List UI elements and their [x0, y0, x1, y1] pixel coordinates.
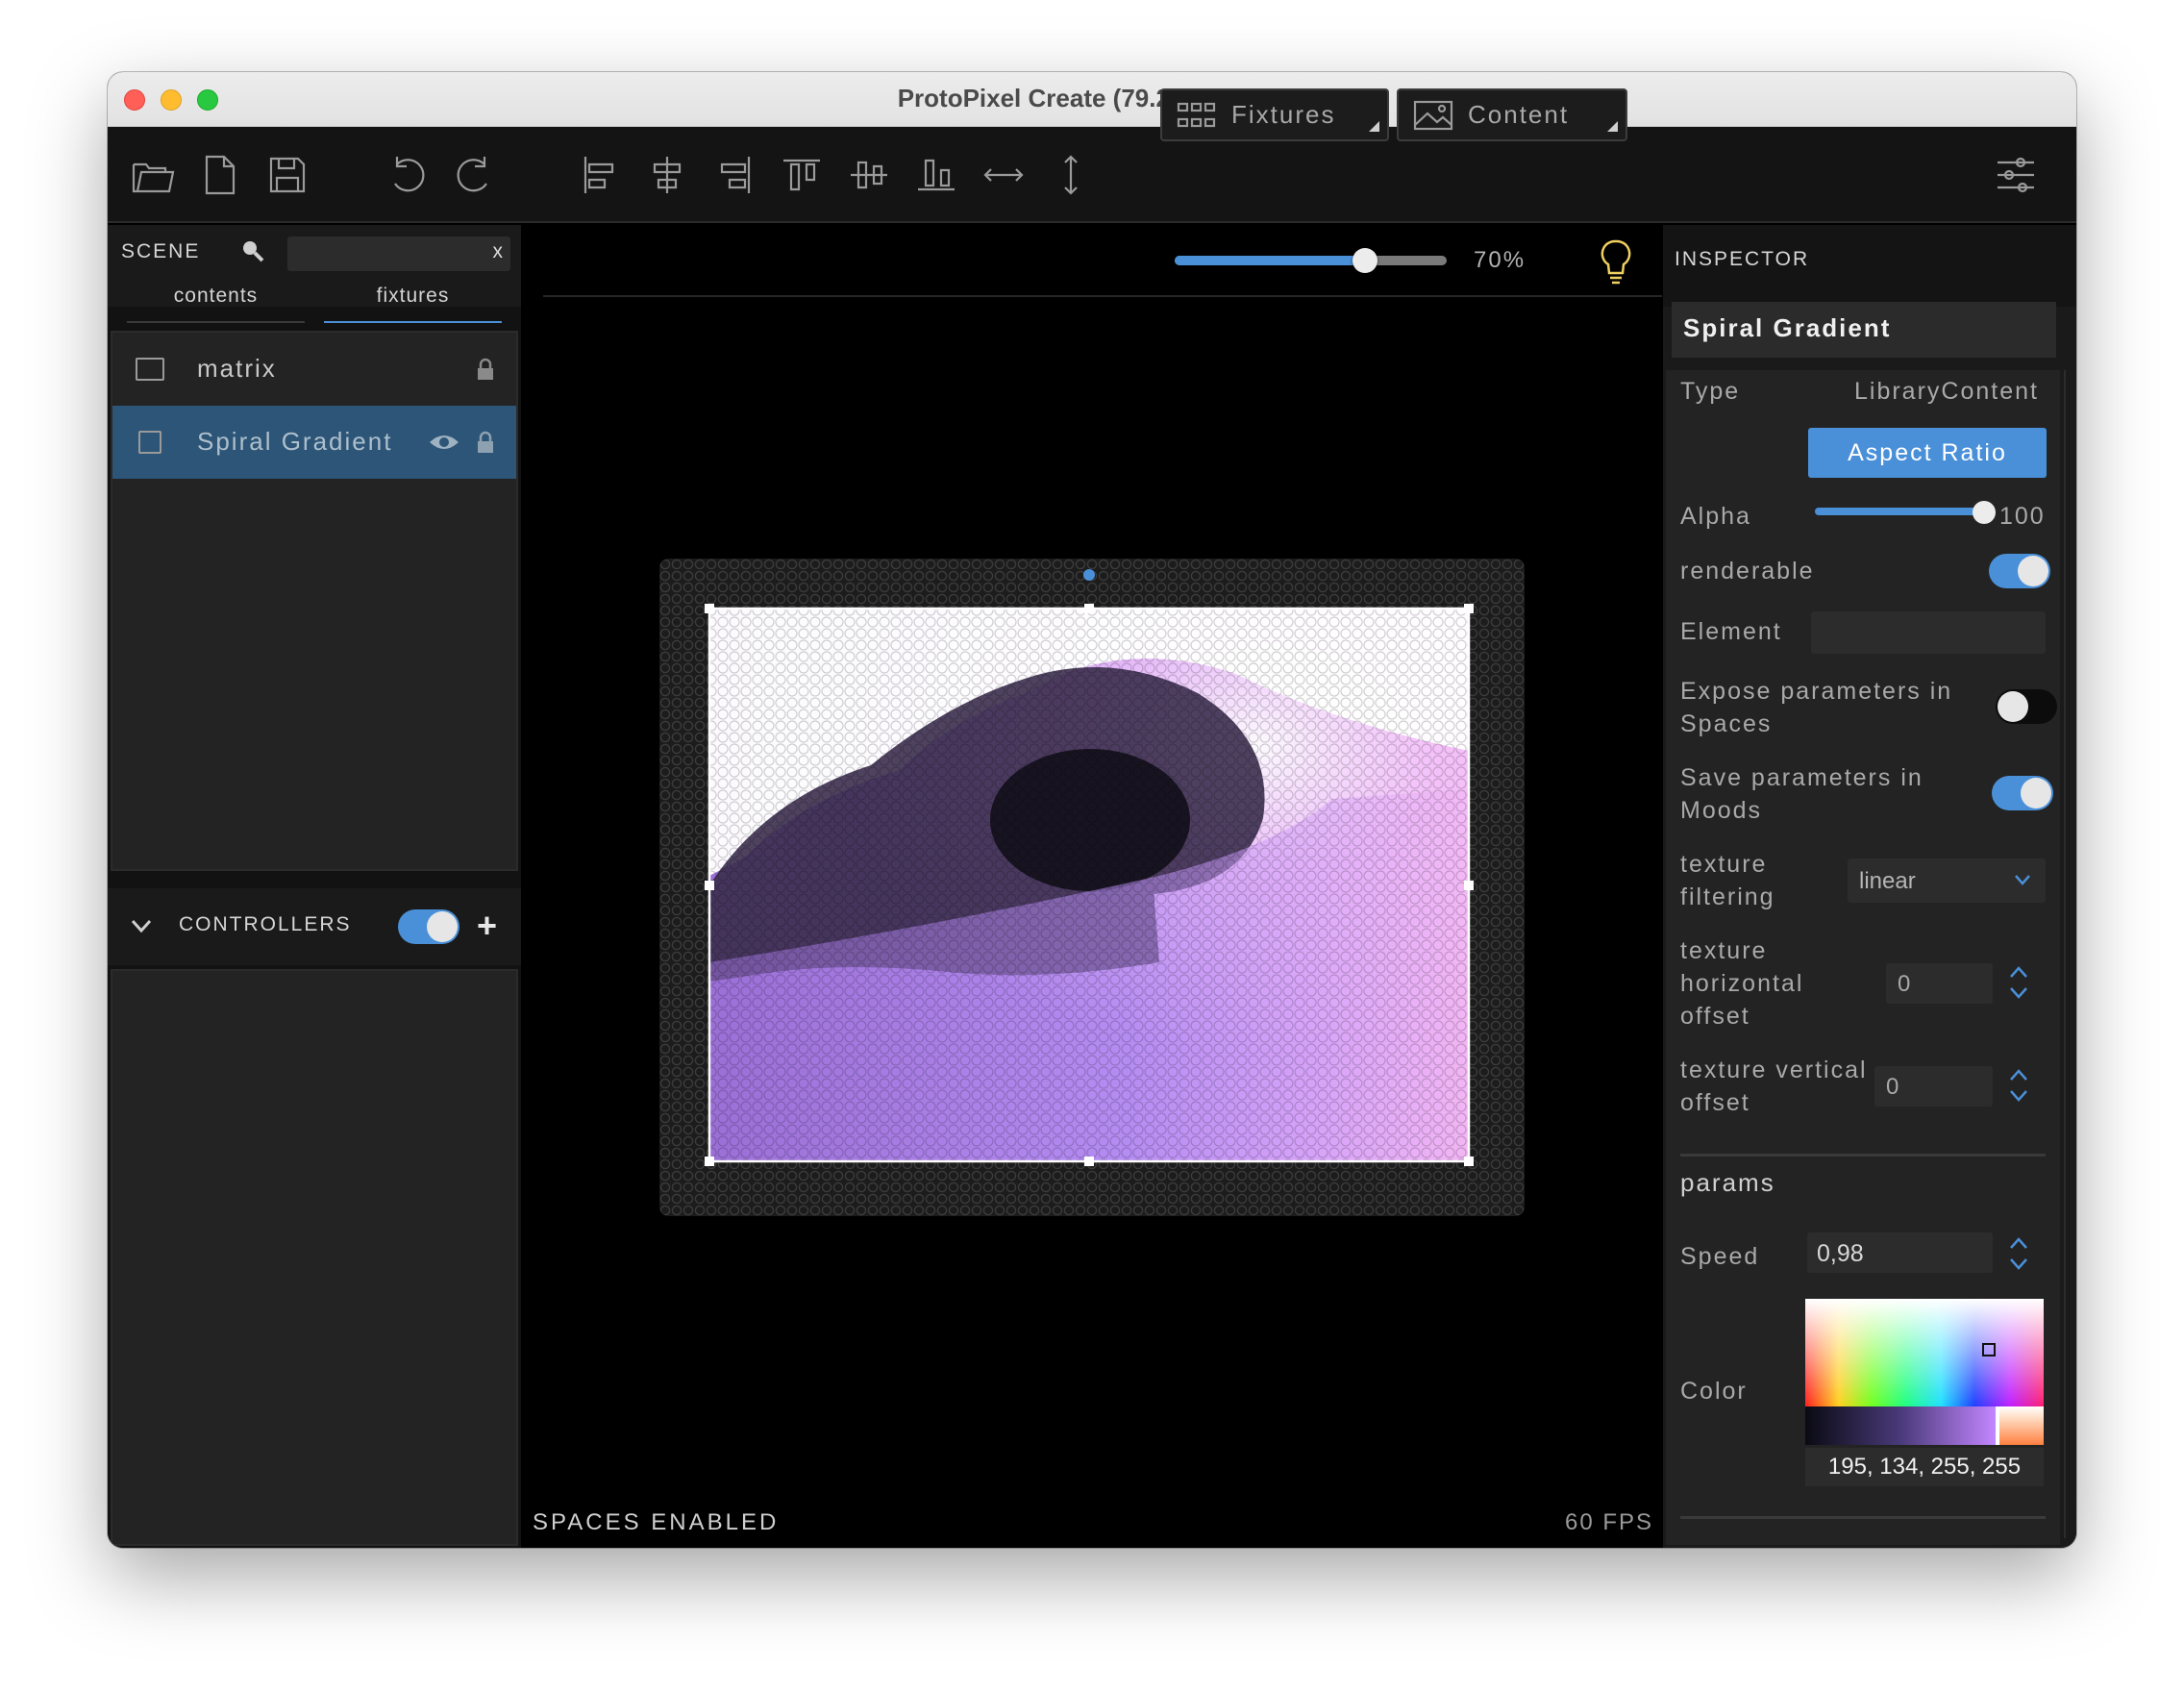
controllers-title: CONTROLLERS: [179, 913, 352, 935]
window-title: ProtoPixel Create (79.2 days left): [897, 84, 1287, 112]
inspector-bottom-divider: [1680, 1516, 2046, 1519]
controllers-list: [111, 969, 518, 1546]
controllers-header: CONTROLLERS +: [108, 888, 521, 965]
scene-item-label: Spiral Gradient: [197, 427, 393, 456]
image-icon: [1413, 100, 1453, 130]
settings-sliders-icon[interactable]: [1990, 149, 2042, 201]
horizontal-offset-stepper-icon[interactable]: [2008, 963, 2029, 1002]
scene-item-label: matrix: [197, 354, 277, 383]
controllers-toggle[interactable]: [398, 909, 459, 944]
element-field[interactable]: [1811, 611, 2046, 654]
new-file-icon[interactable]: [194, 149, 246, 201]
texture-horizontal-offset-input[interactable]: 0: [1886, 963, 1993, 1004]
distribute-horizontal-icon[interactable]: [978, 149, 1030, 201]
texture-vertical-offset-input[interactable]: 0: [1874, 1066, 1993, 1107]
element-label: Element: [1680, 618, 1782, 645]
scene-header: SCENE x contents fixtures: [108, 225, 521, 323]
tab-fixtures[interactable]: fixtures: [324, 285, 502, 323]
add-controller-button[interactable]: +: [477, 906, 497, 946]
fixtures-dropdown[interactable]: Fixtures: [1160, 88, 1389, 141]
alpha-value: 100: [1999, 503, 2046, 530]
zoom-slider-fill: [1175, 256, 1366, 265]
search-icon: [243, 241, 264, 262]
align-center-icon[interactable]: [641, 149, 693, 201]
tab-contents[interactable]: contents: [127, 285, 305, 323]
align-top-icon[interactable]: [776, 149, 828, 201]
expose-parameters-label: Expose parameters in Spaces: [1680, 678, 1953, 737]
color-picker-marker[interactable]: [1982, 1343, 1996, 1356]
title-bar: ProtoPixel Create (79.2 days left): [108, 72, 2076, 127]
alpha-slider[interactable]: [1815, 508, 1986, 515]
lightbulb-icon[interactable]: [1600, 238, 1632, 286]
distribute-vertical-icon[interactable]: [1045, 149, 1097, 201]
undo-icon[interactable]: [382, 149, 434, 201]
fixture-icon: [136, 358, 164, 381]
texture-filtering-value: linear: [1859, 868, 1916, 894]
zoom-level: 70%: [1474, 247, 1526, 273]
content-icon: [138, 431, 161, 454]
scene-panel: SCENE x contents fixtures matrix Spiral …: [108, 225, 521, 1548]
save-parameters-label: Save parameters in Moods: [1680, 764, 1923, 824]
chevron-down-icon[interactable]: [129, 913, 154, 938]
zoom-slider[interactable]: [1175, 248, 1447, 273]
eye-icon[interactable]: [428, 431, 460, 454]
expose-parameters-toggle[interactable]: [1996, 689, 2057, 724]
type-value: LibraryContent: [1854, 378, 2039, 405]
alpha-slider-handle[interactable]: [1973, 501, 1996, 524]
scene-title: SCENE: [121, 240, 201, 262]
color-brightness-bar[interactable]: [1805, 1406, 1996, 1445]
chevron-down-icon: [2015, 875, 2030, 885]
color-spectrum[interactable]: [1805, 1299, 2044, 1406]
open-folder-icon[interactable]: [127, 149, 179, 201]
spaces-status: SPACES ENABLED: [533, 1509, 780, 1535]
save-icon[interactable]: [261, 149, 313, 201]
scene-item-matrix[interactable]: matrix: [112, 333, 516, 406]
fps-counter: 60 FPS: [1565, 1509, 1654, 1535]
fixtures-dropdown-label: Fixtures: [1231, 100, 1336, 129]
inspector-header: INSPECTOR: [1663, 225, 2076, 307]
lock-icon[interactable]: [476, 358, 495, 381]
align-middle-icon[interactable]: [843, 149, 895, 201]
texture-vertical-offset-label: texture vertical offset: [1680, 1057, 1868, 1116]
spiral-gradient-preview[interactable]: [659, 559, 1525, 1216]
speed-label: Speed: [1680, 1243, 1760, 1270]
color-values: 195, 134, 255, 255: [1805, 1448, 2044, 1486]
lock-icon[interactable]: [476, 431, 495, 454]
inspector-scrollbar[interactable]: [2064, 370, 2072, 1538]
inspector-title: INSPECTOR: [1675, 248, 1810, 270]
renderable-toggle[interactable]: [1989, 554, 2050, 588]
zoom-slider-handle[interactable]: [1353, 248, 1378, 273]
clear-search-button[interactable]: x: [493, 240, 504, 263]
type-label: Type: [1680, 378, 1741, 405]
texture-filtering-label: texture filtering: [1680, 851, 1775, 910]
speed-stepper-icon[interactable]: [2008, 1234, 2029, 1273]
texture-filtering-select[interactable]: linear: [1848, 858, 2046, 903]
align-right-icon[interactable]: [708, 149, 760, 201]
speed-input[interactable]: 0,98: [1807, 1232, 1993, 1273]
scene-canvas[interactable]: [659, 559, 1525, 1216]
alpha-label: Alpha: [1680, 503, 1751, 530]
color-label: Color: [1680, 1378, 1748, 1405]
renderable-label: renderable: [1680, 558, 1815, 585]
redo-icon[interactable]: [448, 149, 500, 201]
content-dropdown[interactable]: Content: [1397, 88, 1627, 141]
viewport-divider: [543, 295, 1662, 297]
scene-list: matrix Spiral Gradient: [111, 331, 518, 871]
scene-item-spiral-gradient[interactable]: Spiral Gradient: [112, 406, 516, 479]
inspector-object-title: Spiral Gradient: [1672, 302, 2056, 358]
aspect-ratio-button[interactable]: Aspect Ratio: [1808, 428, 2047, 478]
align-left-icon[interactable]: [574, 149, 626, 201]
params-heading: params: [1680, 1168, 1775, 1197]
vertical-offset-stepper-icon[interactable]: [2008, 1066, 2029, 1105]
color-swatch[interactable]: [1996, 1406, 2044, 1445]
align-bottom-icon[interactable]: [910, 149, 962, 201]
scene-search-input[interactable]: x: [287, 236, 510, 271]
toolbar: [108, 127, 2076, 223]
content-dropdown-label: Content: [1468, 100, 1570, 129]
texture-horizontal-offset-label: texture horizontal offset: [1680, 937, 1804, 1030]
color-picker[interactable]: [1805, 1299, 2044, 1445]
params-divider: [1680, 1154, 2046, 1157]
save-parameters-toggle[interactable]: [1992, 776, 2053, 810]
grid-icon: [1177, 102, 1216, 127]
